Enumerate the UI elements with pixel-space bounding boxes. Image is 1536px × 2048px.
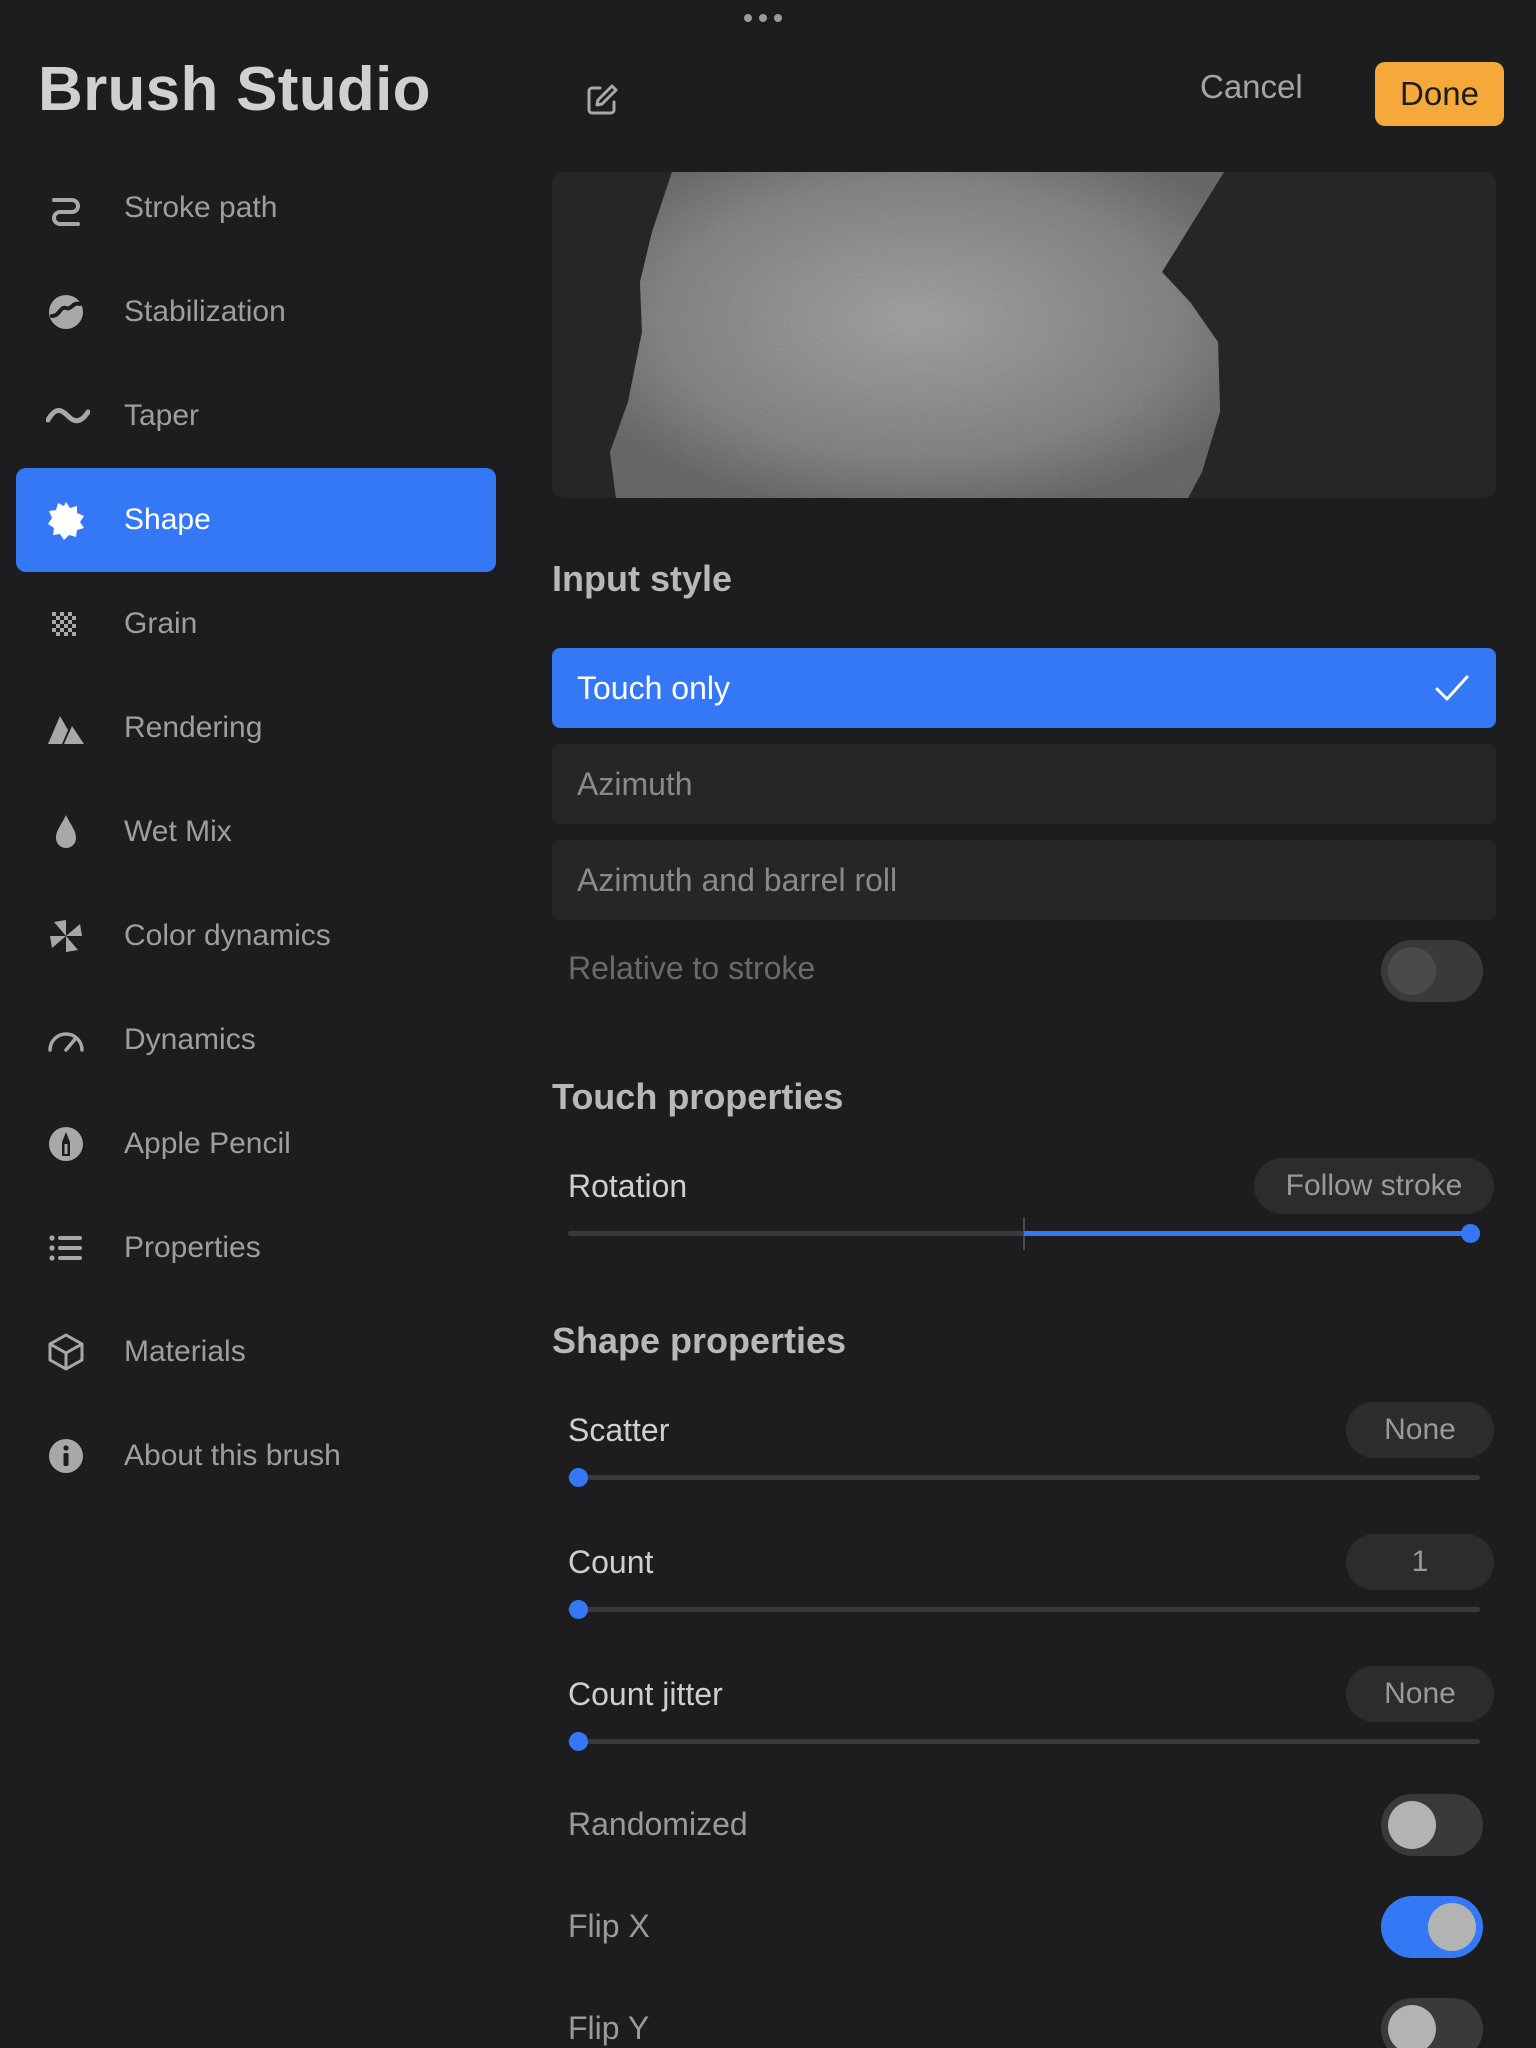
randomized-toggle[interactable] [1381, 1794, 1483, 1856]
option-label: Azimuth [577, 765, 693, 802]
rotation-slider[interactable] [568, 1217, 1480, 1250]
sidebar-item-label: Stabilization [124, 295, 286, 328]
rendering-icon [46, 708, 118, 748]
option-label: Touch only [577, 669, 730, 706]
touch-properties-heading: Touch properties [552, 1076, 844, 1117]
wet-mix-icon [46, 812, 118, 852]
slider-knob[interactable] [569, 1600, 588, 1619]
sidebar-item-label: Properties [124, 1231, 261, 1264]
toggle-thumb [1388, 947, 1436, 995]
grain-icon [46, 604, 118, 644]
count-jitter-label: Count jitter [568, 1676, 723, 1712]
toggle-thumb [1388, 1801, 1436, 1849]
sidebar-item-label: Grain [124, 607, 198, 640]
option-azimuth[interactable]: Azimuth [552, 744, 1496, 824]
materials-icon [46, 1332, 118, 1372]
slider-knob[interactable] [569, 1732, 588, 1751]
count-label: Count [568, 1544, 654, 1580]
shape-icon [46, 500, 118, 540]
shape-properties-heading: Shape properties [552, 1320, 847, 1361]
sidebar-item-label: Shape [124, 503, 211, 536]
sidebar-item-wet-mix[interactable]: Wet Mix [16, 780, 496, 884]
sidebar-item-label: Materials [124, 1335, 246, 1368]
sidebar-item-rendering[interactable]: Rendering [16, 676, 496, 780]
option-azimuth-barrel-roll[interactable]: Azimuth and barrel roll [552, 840, 1496, 920]
count-jitter-value[interactable]: None [1346, 1666, 1494, 1722]
input-style-heading: Input style [552, 558, 733, 599]
sidebar-item-stroke-path[interactable]: Stroke path [16, 156, 496, 260]
cancel-button[interactable]: Cancel [1200, 68, 1303, 106]
done-button[interactable]: Done [1375, 62, 1504, 126]
info-icon [46, 1436, 118, 1476]
properties-icon [46, 1228, 118, 1268]
page-title: Brush Studio [38, 55, 431, 124]
dynamics-icon [46, 1020, 118, 1060]
toggle-thumb [1428, 1903, 1476, 1951]
sidebar-item-color-dynamics[interactable]: Color dynamics [16, 884, 496, 988]
sidebar-item-label: Apple Pencil [124, 1127, 291, 1160]
option-label: Azimuth and barrel roll [577, 861, 898, 898]
taper-icon [46, 396, 118, 436]
sidebar-item-about[interactable]: About this brush [16, 1404, 496, 1508]
sidebar-item-label: Stroke path [124, 191, 278, 224]
scatter-slider[interactable] [568, 1468, 1480, 1487]
scatter-value[interactable]: None [1346, 1402, 1494, 1458]
sidebar-item-shape[interactable]: Shape [16, 468, 496, 572]
scatter-label: Scatter [568, 1412, 670, 1448]
brush-stroke-preview-image [610, 172, 1224, 498]
sidebar-item-label: About this brush [124, 1439, 341, 1472]
randomized-label: Randomized [568, 1806, 748, 1842]
sheet-grabber[interactable] [744, 14, 782, 22]
count-jitter-slider[interactable] [568, 1732, 1480, 1751]
grabber-dot [744, 14, 752, 22]
relative-to-stroke-label: Relative to stroke [568, 950, 816, 986]
checkmark-icon [1434, 670, 1470, 714]
grabber-dot [774, 14, 782, 22]
sidebar-item-properties[interactable]: Properties [16, 1196, 496, 1300]
slider-knob[interactable] [1461, 1224, 1480, 1243]
edit-button[interactable] [582, 80, 622, 120]
sidebar-item-materials[interactable]: Materials [16, 1300, 496, 1404]
flip-y-toggle[interactable] [1381, 1998, 1483, 2048]
sidebar-item-stabilization[interactable]: Stabilization [16, 260, 496, 364]
relative-to-stroke-toggle[interactable] [1381, 940, 1483, 1002]
sidebar-item-apple-pencil[interactable]: Apple Pencil [16, 1092, 496, 1196]
stabilization-icon [46, 292, 118, 332]
sidebar-item-label: Rendering [124, 711, 263, 744]
sidebar-item-label: Dynamics [124, 1023, 256, 1056]
toggle-thumb [1388, 2005, 1436, 2048]
flip-x-label: Flip X [568, 1908, 650, 1944]
flip-y-label: Flip Y [568, 2010, 650, 2046]
sidebar-item-label: Taper [124, 399, 200, 432]
sidebar-item-label: Color dynamics [124, 919, 331, 952]
sidebar-item-taper[interactable]: Taper [16, 364, 496, 468]
slider-knob[interactable] [569, 1468, 588, 1487]
count-slider[interactable] [568, 1600, 1480, 1619]
rotation-label: Rotation [568, 1168, 688, 1204]
grabber-dot [759, 14, 767, 22]
option-touch-only[interactable]: Touch only [552, 648, 1496, 728]
count-value[interactable]: 1 [1346, 1534, 1494, 1590]
color-dynamics-icon [46, 916, 118, 956]
sidebar-item-label: Wet Mix [124, 815, 232, 848]
sidebar-item-dynamics[interactable]: Dynamics [16, 988, 496, 1092]
stroke-path-icon [46, 188, 118, 228]
sidebar-item-grain[interactable]: Grain [16, 572, 496, 676]
brush-preview [552, 172, 1496, 498]
edit-icon [587, 84, 618, 115]
sidebar: Stroke path Stabilization Taper Shape Gr… [16, 156, 496, 1508]
rotation-value[interactable]: Follow stroke [1254, 1158, 1494, 1214]
flip-x-toggle[interactable] [1381, 1896, 1483, 1958]
apple-pencil-icon [46, 1124, 118, 1164]
slider-fill [1024, 1231, 1480, 1236]
